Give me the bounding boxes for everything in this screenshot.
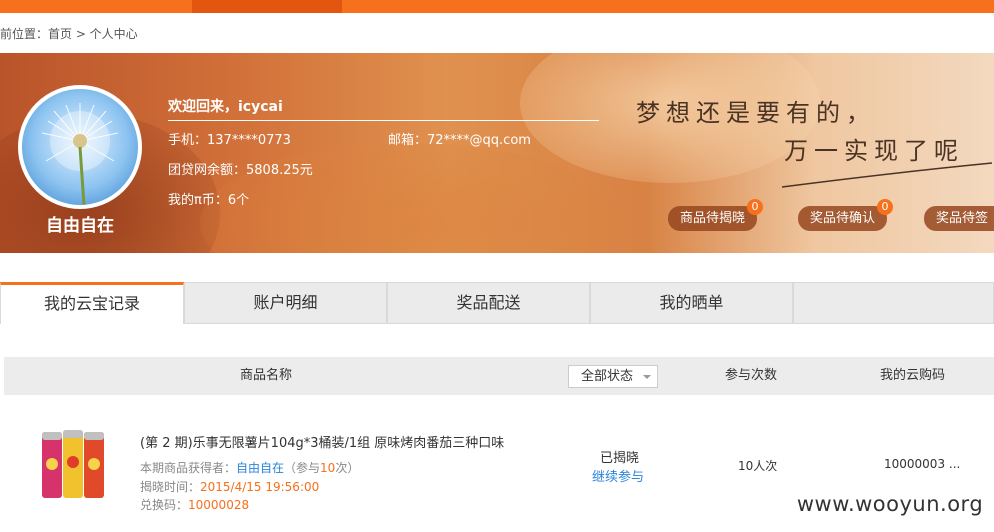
status-text: 已揭晓	[600, 451, 640, 466]
product-image[interactable]	[40, 428, 106, 500]
avatar[interactable]	[18, 85, 142, 209]
time-label: 揭晓时间：	[140, 480, 201, 494]
join-suffix: 次）	[335, 461, 360, 475]
yun-code-value[interactable]: 10000003 ...	[884, 457, 960, 471]
dandelion-icon	[41, 103, 119, 205]
product-name-link[interactable]: (第 2 期)乐事无限薯片104g*3桶装/1组 原味烤肉番茄三种口味	[140, 432, 504, 451]
pill-label: 商品待揭晓	[680, 211, 746, 226]
email-text: 邮箱：72****@qq.com	[388, 133, 531, 148]
redeem-code-row: 兑换码：10000028	[140, 496, 249, 513]
pending-confirm-button[interactable]: 奖品待确认 0	[798, 199, 894, 231]
tab-cloud-records[interactable]: 我的云宝记录	[0, 282, 184, 324]
top-nav-active-item[interactable]	[192, 0, 342, 13]
pending-sign-button[interactable]: 奖品待签	[924, 206, 994, 231]
winner-label: 本期商品获得者：	[140, 461, 237, 475]
welcome-text: 欢迎回来，icycai	[168, 99, 283, 115]
profile-banner: 自由自在 欢迎回来，icycai 手机：137****0773 邮箱：72***…	[0, 53, 994, 253]
winner-link[interactable]: 自由自在	[236, 461, 284, 475]
times-value: 10人次	[738, 459, 778, 473]
watermark: www.wooyun.org	[786, 486, 994, 526]
slogan-swoosh	[781, 162, 993, 188]
tab-my-posts[interactable]: 我的晒单	[590, 282, 793, 324]
pill-label: 奖品待签	[936, 211, 989, 226]
slogan-line-1: 梦想还是要有的，	[636, 99, 876, 127]
join-prefix: （参与	[284, 461, 321, 475]
top-nav-bar	[0, 0, 994, 13]
winner-row: 本期商品获得者：自由自在（参与10次）	[140, 459, 359, 476]
status-filter-value: 全部状态	[581, 369, 634, 384]
coins-text: 我的π币：6个	[168, 193, 250, 208]
table-header: 商品名称 全部状态 参与次数 我的云购码	[4, 357, 994, 395]
chevron-down-icon	[643, 375, 651, 379]
count-badge: 0	[747, 199, 764, 215]
phone-text: 手机：137****0773	[168, 133, 291, 148]
record-tabs: 我的云宝记录 账户明细 奖品配送 我的晒单	[0, 282, 994, 324]
join-count: 10	[320, 461, 336, 475]
tab-prize-delivery[interactable]: 奖品配送	[387, 282, 590, 324]
pill-label: 奖品待确认	[810, 211, 876, 226]
status-filter-select[interactable]: 全部状态	[568, 365, 658, 388]
col-times: 参与次数	[725, 368, 778, 383]
reveal-time: 2015/4/15 19:56:00	[200, 480, 320, 494]
user-nickname: 自由自在	[46, 216, 114, 236]
divider	[168, 120, 599, 121]
col-product-name: 商品名称	[240, 368, 293, 383]
count-badge: 0	[877, 199, 894, 215]
code-label: 兑换码：	[140, 498, 189, 512]
balance-text: 团贷网余额：5808.25元	[168, 163, 313, 178]
redeem-code: 10000028	[188, 498, 250, 512]
breadcrumb: 前位置：首页 > 个人中心	[0, 27, 138, 41]
tab-empty	[793, 282, 994, 324]
pending-reveal-button[interactable]: 商品待揭晓 0	[668, 199, 764, 231]
tab-account-details[interactable]: 账户明细	[184, 282, 387, 324]
reveal-time-row: 揭晓时间：2015/4/15 19:56:00	[140, 478, 319, 495]
col-code: 我的云购码	[880, 368, 946, 383]
continue-link[interactable]: 继续参与	[592, 466, 644, 485]
